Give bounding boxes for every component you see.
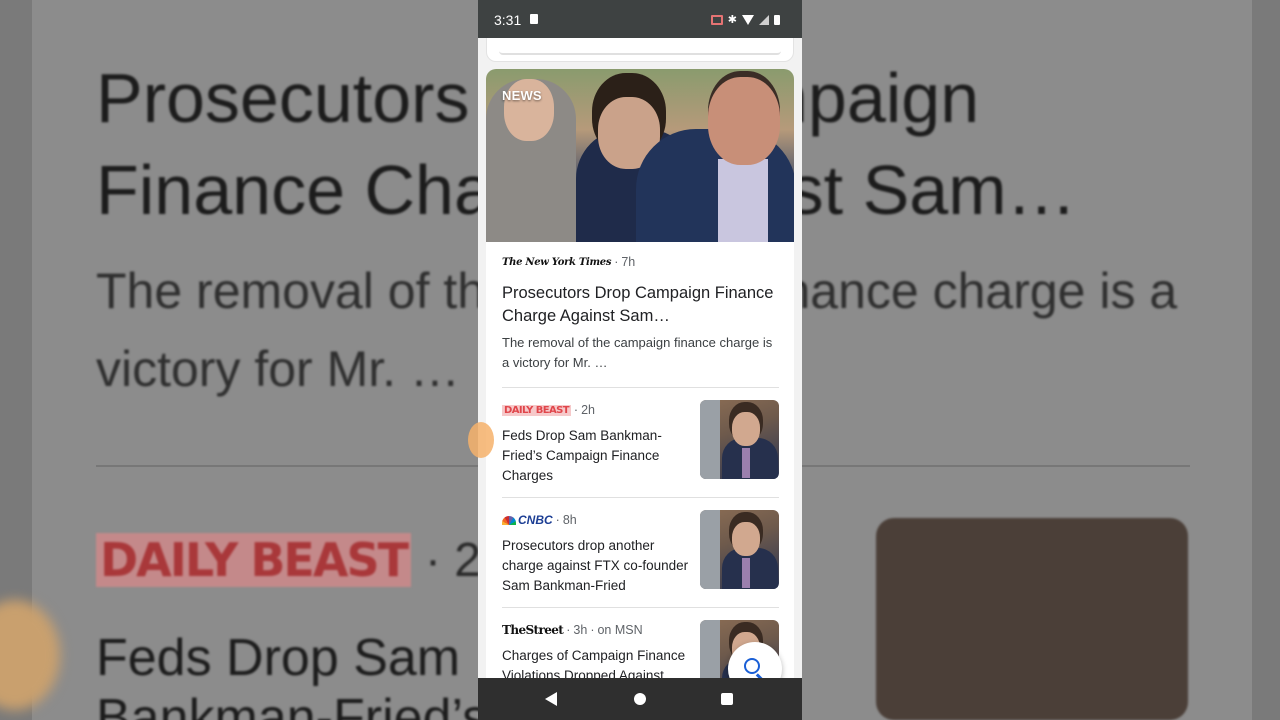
navigation-bar	[478, 678, 802, 720]
battery-icon	[774, 14, 780, 25]
hero-image[interactable]: NEWS	[486, 69, 794, 242]
story-title[interactable]: Prosecutors drop another charge against …	[502, 536, 690, 596]
story-time: 3h	[573, 623, 588, 637]
sim-icon	[530, 14, 538, 24]
source-logo-nyt: The New York Times	[502, 256, 612, 268]
story-time: 2h	[581, 403, 595, 417]
status-time: 3:31	[494, 12, 522, 28]
background-source-logo: DAILY BEAST	[96, 533, 411, 587]
main-story-meta: The New York Times · 7h	[502, 255, 635, 269]
home-icon[interactable]	[634, 693, 646, 705]
meta-separator: ·	[573, 403, 579, 417]
source-logo-thestreet: TheStreet	[502, 623, 564, 637]
meta-separator: ·	[555, 513, 560, 527]
source-logo-daily-beast: DAILY BEAST	[502, 404, 571, 416]
previous-card[interactable]	[486, 38, 794, 62]
back-icon[interactable]	[545, 692, 557, 706]
previous-card-edge	[499, 51, 781, 55]
source-logo-cnbc: CNBC	[502, 513, 553, 527]
story-time: 8h	[562, 513, 577, 527]
main-story-time: 7h	[621, 255, 636, 269]
status-icons: ✱	[710, 13, 780, 26]
story-meta: CNBC · 8h	[502, 513, 577, 527]
story-title[interactable]: Charges of Campaign Finance Violations D…	[502, 646, 690, 678]
phone-screen: 3:31 ✱ NEWS The New York Times · 7h Pros…	[478, 0, 802, 720]
news-feed[interactable]: NEWS The New York Times · 7h Prosecutors…	[478, 38, 802, 678]
background-photo	[876, 518, 1188, 720]
list-item[interactable]: CNBC · 8h Prosecutors drop another charg…	[502, 509, 779, 605]
story-thumbnail[interactable]	[700, 400, 779, 479]
category-label: NEWS	[502, 88, 542, 103]
search-icon	[744, 658, 766, 678]
wifi-icon	[742, 14, 754, 25]
main-story-snippet: The removal of the campaign finance char…	[502, 335, 773, 370]
divider	[502, 607, 779, 608]
meta-separator: ·	[590, 623, 595, 637]
story-meta: DAILY BEAST · 2h	[502, 403, 595, 417]
hero-person-left	[486, 79, 576, 242]
divider	[502, 497, 779, 498]
bluetooth-icon: ✱	[727, 14, 737, 26]
background-title-2: Feds Drop Sam Bankman-Fried’s	[96, 629, 489, 720]
list-item[interactable]: DAILY BEAST · 2h Feds Drop Sam Bankman-F…	[502, 399, 779, 495]
cast-icon	[710, 14, 723, 25]
story-via: on MSN	[597, 623, 643, 637]
news-card[interactable]: NEWS The New York Times · 7h Prosecutors…	[486, 69, 794, 678]
recents-icon[interactable]	[721, 693, 733, 705]
status-bar: 3:31 ✱	[478, 0, 802, 38]
touch-indicator	[468, 422, 494, 458]
story-thumbnail[interactable]	[700, 510, 779, 589]
meta-separator: ·	[566, 623, 571, 637]
divider	[502, 387, 779, 388]
signal-icon	[759, 14, 769, 25]
background-source: DAILY BEAST · 2h	[96, 532, 508, 588]
main-story-title[interactable]: Prosecutors Drop Campaign Finance Charge…	[502, 282, 774, 328]
meta-separator: ·	[614, 255, 619, 269]
peacock-icon	[502, 515, 516, 525]
hero-person-right	[636, 77, 794, 242]
story-meta: TheStreet · 3h · on MSN	[502, 623, 643, 637]
story-title[interactable]: Feds Drop Sam Bankman-Fried’s Campaign F…	[502, 426, 690, 486]
